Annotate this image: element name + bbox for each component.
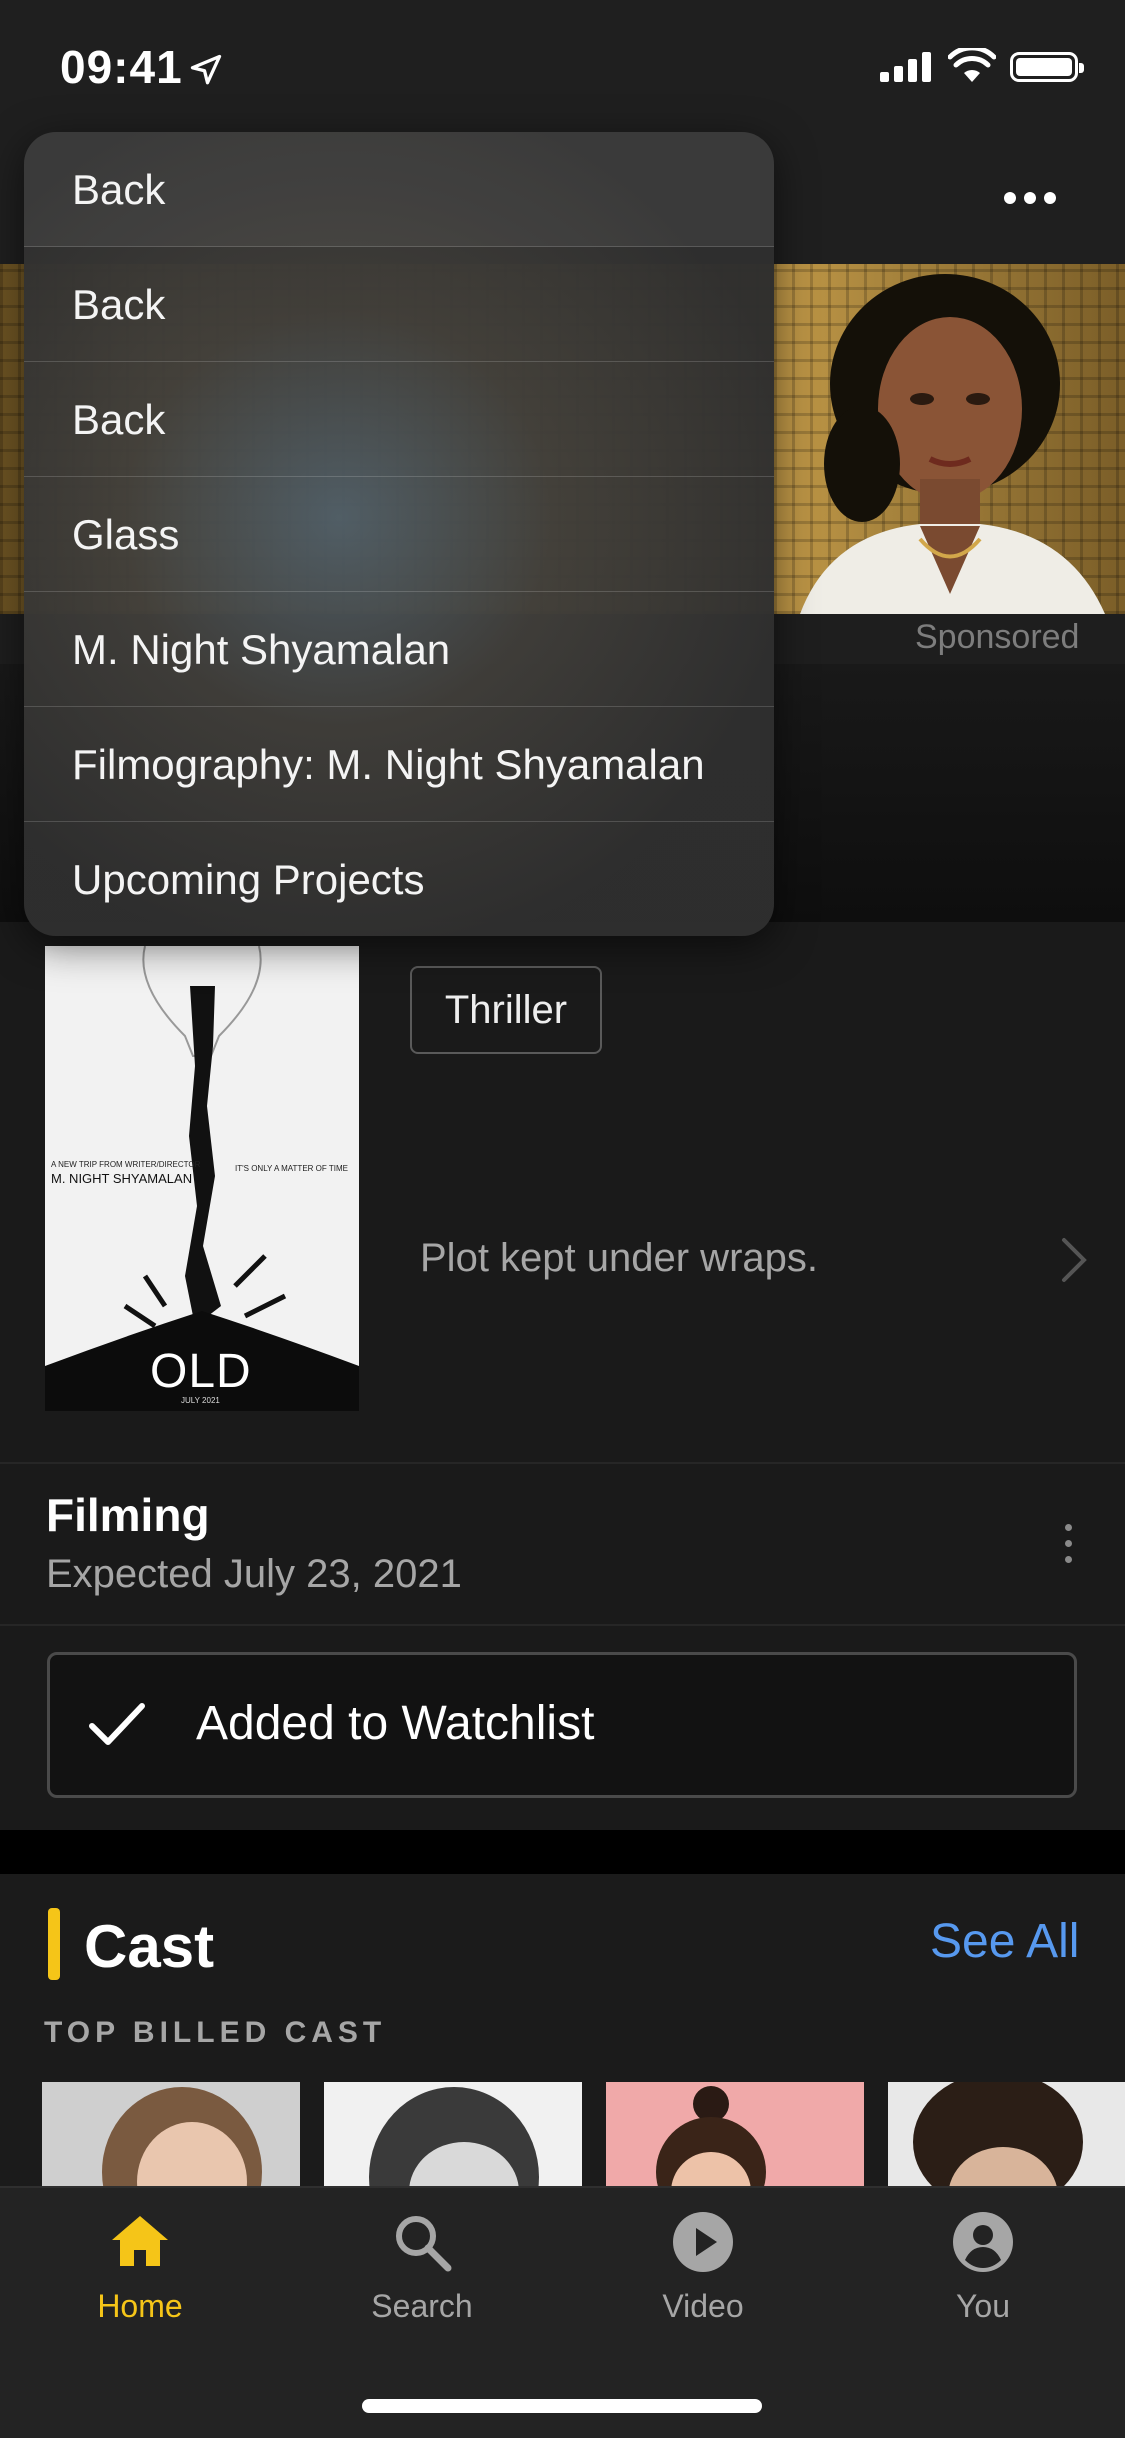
cast-card-2[interactable]	[324, 2082, 582, 2192]
menu-item-back-1[interactable]: Back	[24, 132, 774, 247]
sponsored-label: Sponsored	[915, 618, 1080, 656]
menu-item-filmography[interactable]: Filmography: M. Night Shyamalan	[24, 707, 774, 822]
search-icon	[396, 2216, 452, 2272]
tab-you-label: You	[956, 2288, 1010, 2324]
cast-photo	[913, 2082, 1083, 2192]
play-icon	[673, 2212, 733, 2272]
cast-photo	[656, 2086, 766, 2192]
genre-chip-thriller[interactable]: Thriller	[410, 966, 602, 1054]
cast-photo	[102, 2087, 262, 2192]
plot-summary[interactable]: Plot kept under wraps.	[420, 1236, 818, 1281]
home-indicator[interactable]	[362, 2399, 762, 2413]
poster-director: M. NIGHT SHYAMALAN	[51, 1171, 193, 1186]
status-time: 09:41	[60, 41, 183, 93]
tab-search[interactable]: Search	[322, 2210, 522, 2340]
chevron-right-icon[interactable]	[1060, 1236, 1088, 1284]
battery-icon	[1010, 52, 1084, 82]
cellular-signal-icon	[880, 52, 932, 82]
kebab-menu-icon[interactable]	[1062, 1524, 1074, 1564]
poster-date: JULY 2021	[181, 1396, 220, 1405]
production-status-title: Filming	[46, 1489, 210, 1541]
menu-item-back-3[interactable]: Back	[24, 362, 774, 477]
cast-photo	[369, 2087, 539, 2192]
menu-item-director[interactable]: M. Night Shyamalan	[24, 592, 774, 707]
tab-you[interactable]: You	[883, 2210, 1083, 2340]
tab-video-label: Video	[662, 2288, 744, 2324]
checkmark-icon	[89, 1703, 145, 1745]
tab-video[interactable]: Video	[603, 2210, 803, 2340]
tab-search-label: Search	[371, 2288, 473, 2324]
watchlist-button-label: Added to Watchlist	[196, 1697, 595, 1750]
wifi-icon	[948, 48, 996, 82]
divider	[0, 1462, 1125, 1464]
more-options-icon[interactable]	[1000, 188, 1060, 208]
tab-home-label: Home	[97, 2288, 183, 2324]
tab-home[interactable]: Home	[40, 2210, 240, 2340]
menu-item-back-2[interactable]: Back	[24, 247, 774, 362]
menu-item-upcoming-projects[interactable]: Upcoming Projects	[24, 822, 774, 936]
section-accent-bar	[48, 1908, 60, 1980]
poster-tagline-right: IT'S ONLY A MATTER OF TIME	[235, 1164, 348, 1173]
home-icon	[112, 2216, 168, 2266]
cast-card-4[interactable]	[888, 2082, 1125, 2192]
poster-tagline-left: A NEW TRIP FROM WRITER/DIRECTOR	[51, 1160, 201, 1169]
cast-section-title: Cast	[84, 1913, 215, 1980]
poster-image[interactable]: A NEW TRIP FROM WRITER/DIRECTOR M. NIGHT…	[45, 946, 359, 1411]
profile-icon	[953, 2212, 1013, 2272]
menu-item-glass[interactable]: Glass	[24, 477, 774, 592]
ad-portrait-image	[800, 274, 1105, 614]
back-history-menu: Back Back Back Glass M. Night Shyamalan …	[24, 132, 774, 936]
section-gap	[0, 1830, 1125, 1874]
see-all-link[interactable]: See All	[930, 1914, 1079, 1969]
release-expected-date: Expected July 23, 2021	[46, 1552, 462, 1596]
cast-card-3[interactable]	[606, 2082, 864, 2192]
cast-card-1[interactable]	[42, 2082, 300, 2192]
top-billed-cast-label: TOP BILLED CAST	[44, 2016, 387, 2049]
divider	[0, 1624, 1125, 1626]
poster-title: OLD	[150, 1345, 252, 1398]
location-arrow-icon	[190, 54, 222, 85]
